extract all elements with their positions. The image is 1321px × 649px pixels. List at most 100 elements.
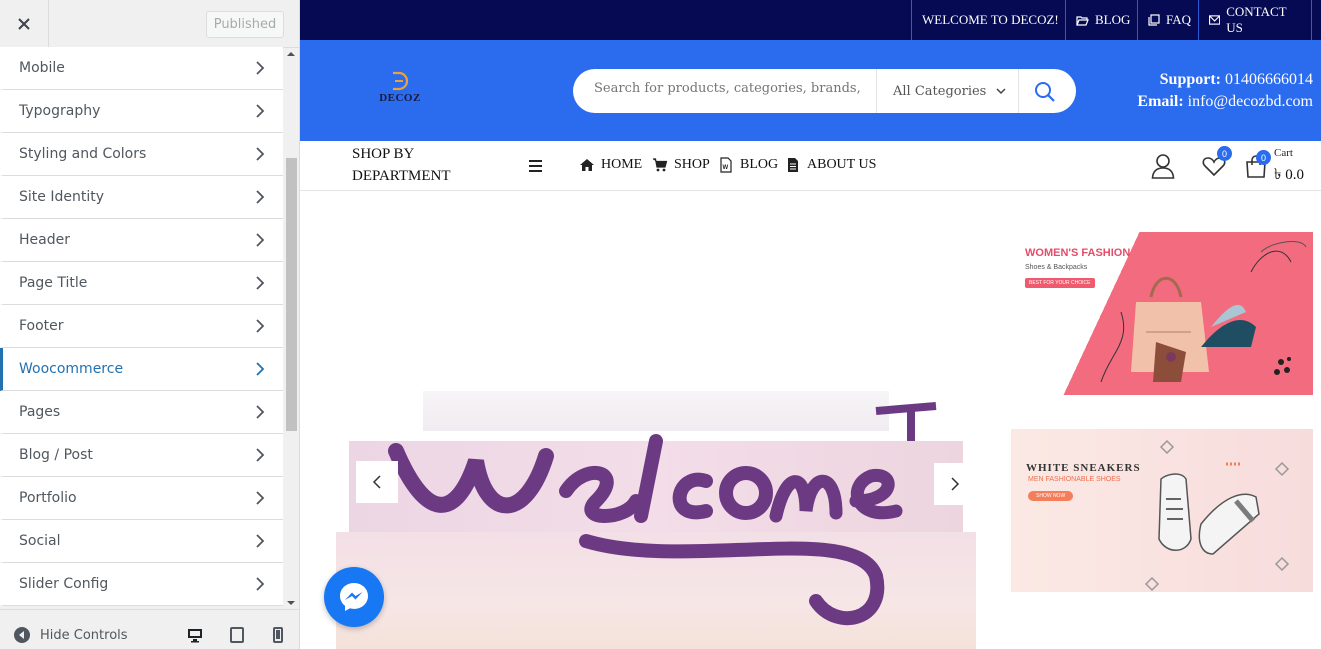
menu-item-label: Footer (19, 318, 64, 334)
topbar-blog-link[interactable]: BLOG (1065, 0, 1140, 40)
nav-link-label: HOME (601, 157, 643, 172)
topbar-blog-text: BLOG (1095, 12, 1131, 27)
nav-link-label: BLOG (740, 157, 779, 172)
topbar-contact-text: CONTACT US (1226, 4, 1287, 35)
customizer-scrollbar[interactable] (284, 48, 298, 609)
chevron-right-icon (256, 190, 265, 204)
hide-controls-label: Hide Controls (40, 627, 128, 643)
folder-open-icon (1076, 15, 1089, 26)
menu-item-social[interactable]: Social (0, 520, 283, 563)
wishlist-count-badge: 0 (1217, 146, 1232, 161)
welcome-script-graphic (388, 402, 937, 626)
menu-item-footer[interactable]: Footer (0, 305, 283, 348)
menu-item-typography[interactable]: Typography (0, 90, 283, 133)
chevron-right-icon (256, 405, 265, 419)
menu-item-blog-post[interactable]: Blog / Post (0, 434, 283, 477)
menu-item-pages[interactable]: Pages (0, 391, 283, 434)
search-input[interactable] (594, 81, 861, 96)
close-icon (18, 18, 30, 30)
logo-mark-icon (393, 71, 409, 91)
slider-next-button[interactable] (934, 463, 976, 505)
cart-total[interactable]: ৳ 0.0 (1274, 163, 1304, 188)
menu-item-label: Mobile (19, 60, 65, 76)
promo-banner-white-sneakers[interactable]: WHITE SNEAKERS MEN FASHIONABLE SHOES SHO… (1011, 429, 1313, 592)
banner-title: WHITE SNEAKERS (1026, 462, 1141, 474)
slider-prev-button[interactable] (356, 461, 398, 503)
topbar-faq-link[interactable]: FAQ (1137, 0, 1201, 40)
customizer-footer: Hide Controls (0, 609, 299, 649)
nav-link-shop[interactable]: SHOP (652, 157, 710, 173)
handbag-shoes-illustration (1100, 241, 1307, 383)
desktop-preview-icon[interactable] (187, 627, 203, 643)
messenger-icon (340, 583, 368, 611)
category-select[interactable]: All Categories (876, 69, 1019, 113)
menu-item-page-title[interactable]: Page Title (0, 262, 283, 305)
menu-item-label: Portfolio (19, 490, 77, 506)
promo-banner-womens-fashion[interactable]: WOMEN'S FASHION Shoes & Backpacks BEST F… (1011, 232, 1313, 395)
close-customizer-button[interactable] (0, 0, 49, 48)
chevron-right-icon (256, 104, 265, 118)
topbar-faq-text: FAQ (1166, 12, 1192, 27)
banner-subtitle: Shoes & Backpacks (1025, 264, 1088, 271)
hide-controls-button[interactable]: Hide Controls (14, 627, 128, 643)
messenger-chat-button[interactable] (324, 567, 384, 627)
menu-item-woocommerce[interactable]: Woocommerce (0, 348, 283, 391)
chevron-right-icon (256, 147, 265, 161)
customizer-menu: Mobile Typography Styling and Colors Sit… (0, 47, 283, 609)
nav-link-label: ABOUT US (807, 157, 877, 172)
menu-item-label: Slider Config (19, 576, 109, 592)
scrollbar-thumb[interactable] (286, 158, 297, 431)
menu-item-label: Styling and Colors (19, 146, 147, 162)
site-logo[interactable]: DECOZ (377, 70, 423, 106)
customizer-header: Published (0, 0, 299, 48)
svg-text:W: W (723, 165, 729, 171)
menu-item-label: Header (19, 232, 70, 248)
email-label: Email: (1137, 93, 1184, 110)
collapse-arrow-icon (14, 627, 30, 643)
site-header: DECOZ All Categories Support: 0140666601… (300, 40, 1321, 141)
menu-item-label: Social (19, 533, 61, 549)
scroll-down-arrow-icon[interactable] (287, 599, 295, 607)
support-label: Support: (1159, 71, 1221, 88)
menu-item-portfolio[interactable]: Portfolio (0, 477, 283, 520)
chevron-right-icon (256, 61, 265, 75)
hamburger-menu-icon[interactable] (529, 160, 543, 172)
nav-link-about[interactable]: ABOUT US (785, 157, 876, 173)
topbar-contact-link[interactable]: CONTACT US (1198, 0, 1312, 40)
chevron-right-icon (256, 233, 265, 247)
chevron-left-icon (372, 475, 381, 489)
support-phone[interactable]: 01406666014 (1225, 71, 1313, 88)
search-bar: All Categories (573, 69, 1076, 113)
menu-item-slider-config[interactable]: Slider Config (0, 563, 283, 606)
topbar-welcome: WELCOME TO DECOZ! (911, 0, 1069, 40)
search-icon[interactable] (1034, 81, 1056, 103)
user-account-icon[interactable] (1151, 153, 1175, 179)
menu-item-label: Pages (19, 404, 61, 420)
menu-item-label: Site Identity (19, 189, 104, 205)
menu-item-label: Blog / Post (19, 447, 93, 463)
menu-item-mobile[interactable]: Mobile (0, 47, 283, 90)
mobile-preview-icon[interactable] (270, 627, 286, 643)
nav-link-blog[interactable]: W BLOG (718, 157, 778, 173)
chevron-down-icon (996, 88, 1006, 95)
nav-link-home[interactable]: HOME (579, 157, 642, 173)
banner-cta-button[interactable]: BEST FOR YOUR CHOICE (1025, 278, 1095, 288)
envelope-icon (1209, 15, 1221, 25)
tablet-preview-icon[interactable] (229, 627, 245, 643)
menu-item-label: Page Title (19, 275, 88, 291)
publish-button[interactable]: Published (206, 11, 284, 38)
chevron-right-icon (256, 448, 265, 462)
menu-item-header[interactable]: Header (0, 219, 283, 262)
chevron-right-icon (256, 276, 265, 290)
menu-item-styling-colors[interactable]: Styling and Colors (0, 133, 283, 176)
cart-count-badge: 0 (1256, 150, 1271, 165)
support-email[interactable]: info@decozbd.com (1188, 93, 1313, 110)
home-icon (580, 159, 594, 171)
banner-cta-button[interactable]: SHOW NOW (1028, 491, 1074, 501)
menu-item-site-identity[interactable]: Site Identity (0, 176, 283, 219)
chevron-right-icon (256, 577, 265, 591)
shop-by-department-button[interactable]: SHOP BY DEPARTMENT (352, 143, 472, 187)
site-preview: WELCOME TO DECOZ! BLOG FAQ CONTACT US DE… (300, 0, 1321, 649)
scroll-up-arrow-icon[interactable] (287, 50, 295, 58)
hero-slider-area (300, 191, 1000, 649)
